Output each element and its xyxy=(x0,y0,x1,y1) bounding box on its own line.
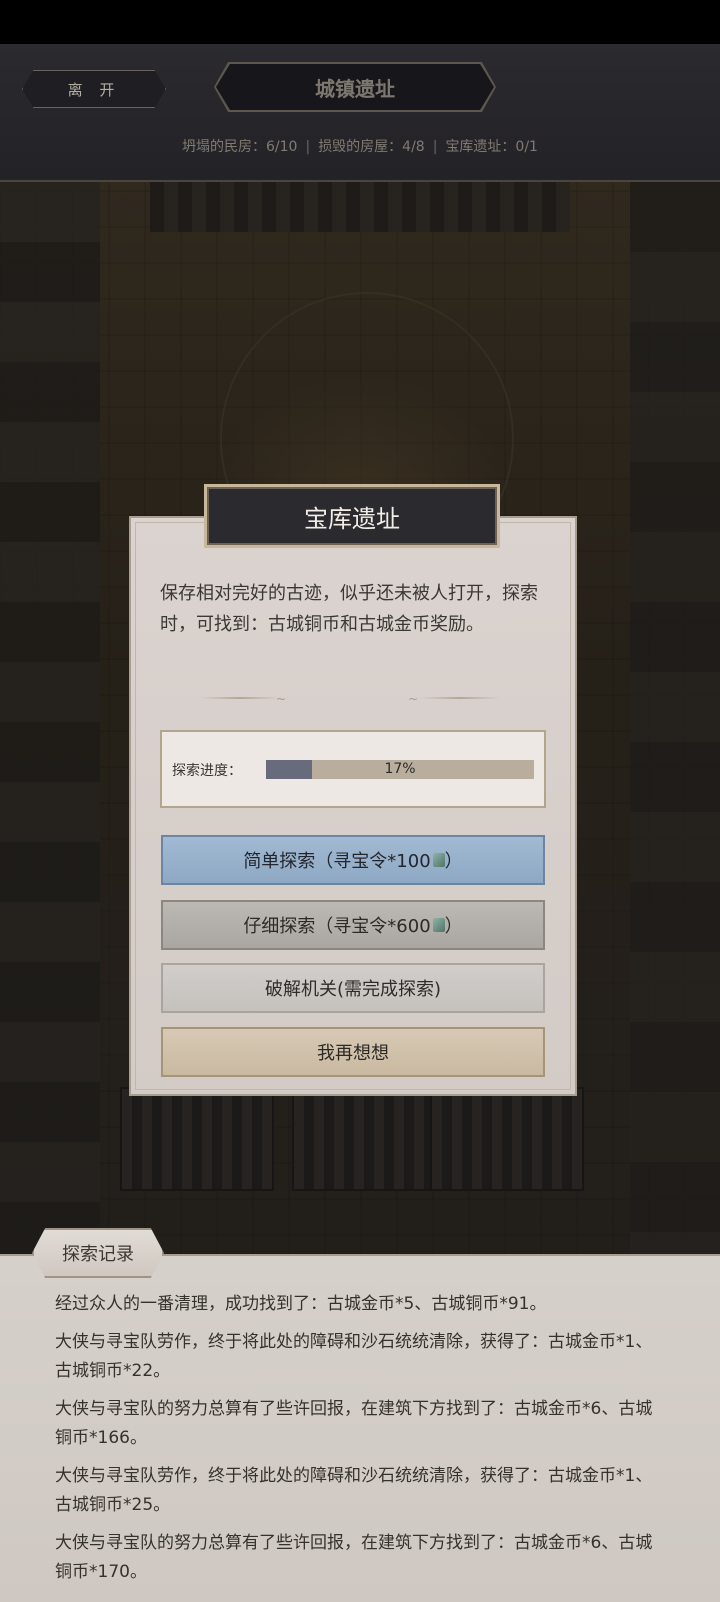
simple-search-label-end: ） xyxy=(444,851,463,872)
dialog-description: 保存相对完好的古迹，似乎还未被人打开，探索时，可找到：古城铜币和古城金币奖励。 xyxy=(160,583,538,635)
ornament-swirl-icon: ~ xyxy=(408,692,419,706)
log-entry: 大侠与寻宝队的努力总算有了些许回报，在建筑下方找到了：古城金币*6、古城铜币*1… xyxy=(55,1533,653,1582)
leave-button[interactable]: 离 开 xyxy=(22,70,166,108)
search-log-list: 经过众人的一番清理，成功找到了：古城金币*5、古城铜币*91。 大侠与寻宝队劳作… xyxy=(55,1290,665,1596)
collapsed-houses-stat: 坍塌的民房：6/10 xyxy=(182,139,298,155)
progress-stats: 坍塌的民房：6/10 | 损毁的房屋：4/8 | 宝库遗址：0/1 xyxy=(0,136,720,156)
ornament-divider xyxy=(420,697,500,699)
search-progress-panel: 探索进度： 17% xyxy=(160,730,546,808)
progress-percent: 17% xyxy=(384,761,416,777)
detailed-search-label-end: ） xyxy=(444,916,463,937)
leave-button-label: 离 开 xyxy=(67,80,121,99)
detailed-search-label: 仔细探索（寻宝令*600 xyxy=(243,916,431,937)
jade-token-icon xyxy=(432,918,445,932)
think-again-button[interactable]: 我再想想 xyxy=(161,1027,545,1077)
top-header: 离 开 城镇遗址 坍塌的民房：6/10 | 损毁的房屋：4/8 | 宝库遗址：0/1 xyxy=(0,44,720,182)
crack-mechanism-label: 破解机关(需完成探索) xyxy=(264,979,442,1000)
vault-ruins-stat: 宝库遗址：0/1 xyxy=(445,139,538,155)
stat-separator: | xyxy=(305,139,311,155)
log-entry: 大侠与寻宝队劳作，终于将此处的障碍和沙石统统清除，获得了：古城金币*1、古城铜币… xyxy=(55,1466,653,1515)
jade-token-icon xyxy=(432,853,445,867)
search-log-tab-label: 探索记录 xyxy=(62,1244,134,1265)
log-entry: 大侠与寻宝队的努力总算有了些许回报，在建筑下方找到了：古城金币*6、古城铜币*1… xyxy=(55,1399,653,1448)
search-log-tab[interactable]: 探索记录 xyxy=(32,1228,164,1278)
ornament-swirl-icon: ~ xyxy=(276,692,287,706)
page-title: 城镇遗址 xyxy=(216,64,494,110)
stat-separator: | xyxy=(432,139,438,155)
damaged-buildings-stat: 损毁的房屋：4/8 xyxy=(318,139,425,155)
simple-search-button[interactable]: 简单探索（寻宝令*100 ） xyxy=(161,835,545,885)
crack-mechanism-button[interactable]: 破解机关(需完成探索) xyxy=(161,963,545,1013)
think-again-label: 我再想想 xyxy=(317,1043,389,1064)
simple-search-label: 简单探索（寻宝令*100 xyxy=(243,851,431,872)
detailed-search-button[interactable]: 仔细探索（寻宝令*600 ） xyxy=(161,900,545,950)
status-bar xyxy=(0,0,720,44)
ornament-divider xyxy=(200,697,280,699)
dialog-title: 宝库遗址 xyxy=(204,484,500,548)
progress-bar: 17% xyxy=(266,760,534,779)
log-entry: 经过众人的一番清理，成功找到了：古城金币*5、古城铜币*91。 xyxy=(55,1294,547,1314)
progress-label: 探索进度： xyxy=(172,763,242,779)
log-entry: 大侠与寻宝队劳作，终于将此处的障碍和沙石统统清除，获得了：古城金币*1、古城铜币… xyxy=(55,1332,653,1381)
